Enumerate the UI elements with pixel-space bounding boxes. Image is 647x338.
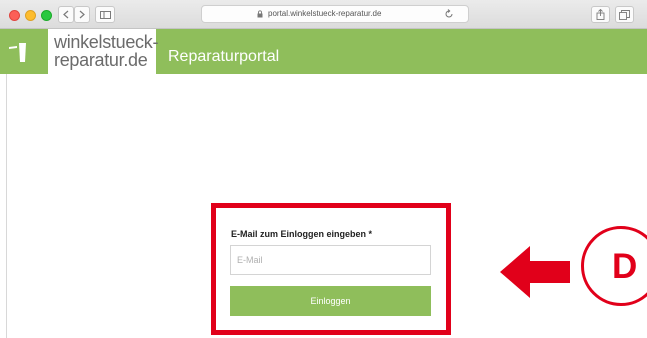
content-divider xyxy=(6,74,7,338)
address-bar[interactable]: portal.winkelstueck-reparatur.de xyxy=(201,5,469,23)
share-icon xyxy=(596,9,605,20)
close-window-button[interactable] xyxy=(9,10,20,21)
back-icon xyxy=(63,10,69,19)
minimize-window-button[interactable] xyxy=(25,10,36,21)
tabs-icon xyxy=(619,9,630,20)
reload-icon[interactable] xyxy=(444,9,454,19)
step-badge: D xyxy=(581,226,647,306)
handpiece-logo-icon xyxy=(9,43,26,62)
portal-title: Reparaturportal xyxy=(168,48,280,65)
tabs-button[interactable] xyxy=(615,6,634,23)
email-input[interactable] xyxy=(230,245,431,275)
site-header: winkelstueck- reparatur.de Reparaturport… xyxy=(0,29,647,74)
forward-icon xyxy=(79,10,85,19)
arrow-left-icon xyxy=(500,246,570,298)
login-button[interactable]: Einloggen xyxy=(230,286,431,316)
browser-toolbar: portal.winkelstueck-reparatur.de xyxy=(0,0,647,29)
zoom-window-button[interactable] xyxy=(41,10,52,21)
forward-button[interactable] xyxy=(74,6,90,23)
logo-text-line2: reparatur.de xyxy=(54,50,148,70)
logo-text-line1: winkelstueck- xyxy=(54,32,159,52)
sidebar-icon xyxy=(99,10,111,19)
share-button[interactable] xyxy=(591,6,610,23)
url-text: portal.winkelstueck-reparatur.de xyxy=(268,9,382,18)
back-button[interactable] xyxy=(58,6,74,23)
email-label: E-Mail zum Einloggen eingeben * xyxy=(231,229,373,239)
site-logo[interactable]: winkelstueck- reparatur.de xyxy=(48,29,159,74)
sidebar-button[interactable] xyxy=(95,6,115,23)
step-letter: D xyxy=(612,247,638,286)
lock-icon xyxy=(257,10,263,18)
